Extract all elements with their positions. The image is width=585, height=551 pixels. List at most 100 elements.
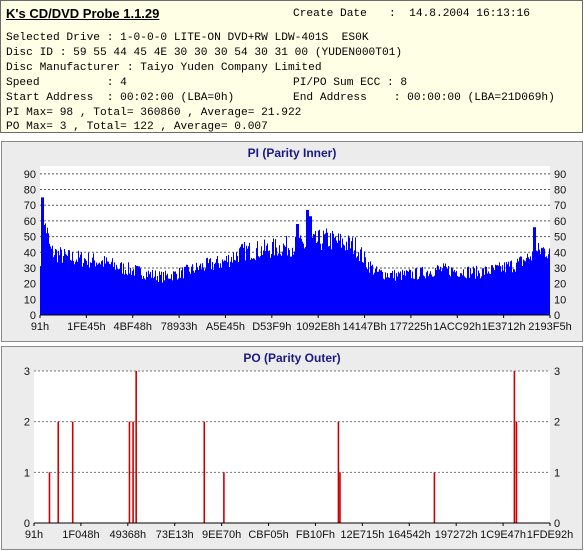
pi-bar [183, 278, 184, 315]
pi-bar [406, 270, 407, 315]
y-tick-label-left: 40 [24, 247, 36, 259]
pi-bar [243, 247, 244, 315]
pi-bar [71, 260, 72, 315]
pi-bar [547, 258, 548, 315]
pi-bar [395, 280, 396, 315]
y-tick-label-left: 80 [24, 185, 36, 197]
pi-bar [432, 276, 433, 315]
pi-bar [336, 240, 337, 315]
pi-bar [257, 241, 258, 315]
pi-bar [352, 237, 353, 315]
pi-bar [61, 249, 62, 315]
pi-bar [364, 251, 365, 315]
pi-bar [543, 247, 544, 315]
pi-bar [123, 263, 124, 315]
pi-bar [443, 263, 444, 315]
pi-bar [60, 247, 61, 315]
pi-bar [429, 273, 430, 315]
pi-bar [300, 235, 301, 315]
y-tick-label-right: 60 [554, 216, 566, 228]
pi-bar [378, 271, 379, 315]
pi-bar [167, 273, 168, 315]
pi-bar [114, 262, 115, 315]
pi-bar [122, 273, 123, 315]
pi-bar [135, 265, 136, 315]
pi-bar [289, 250, 290, 315]
pi-bar [188, 267, 189, 315]
pi-bar [247, 248, 248, 315]
pi-bar [377, 271, 378, 315]
disc-id: Disc ID : 59 55 44 45 4E 30 30 30 54 30 … [6, 47, 403, 59]
pi-bar [285, 246, 286, 315]
pi-bar [189, 271, 190, 315]
pi-bar [431, 274, 432, 315]
end-address: End Address : 00:00:00 (LBA=21D069h) [293, 92, 555, 104]
pi-bar [488, 271, 489, 315]
pi-bar [408, 271, 409, 315]
y-tick-label-left: 1 [24, 467, 30, 479]
pi-bar [492, 265, 493, 315]
pi-bar [307, 209, 308, 315]
pi-bar [288, 248, 289, 315]
pi-bar [509, 266, 510, 315]
pi-bar [43, 197, 44, 315]
pi-bar [273, 238, 274, 315]
pi-bar [87, 264, 88, 315]
pi-bar [222, 259, 223, 315]
pi-bar [75, 261, 76, 315]
pi-bar [121, 262, 122, 315]
pi-bar [102, 260, 103, 315]
x-tick-label: 12E715h [340, 529, 384, 541]
pi-bar [84, 258, 85, 315]
y-tick-label-left: 50 [24, 232, 36, 244]
pi-bar [192, 264, 193, 315]
pi-bar [41, 197, 42, 315]
pi-bar [396, 273, 397, 315]
pi-bar [279, 245, 280, 315]
pi-bar [158, 282, 159, 315]
pi-bar [502, 265, 503, 315]
pi-bar [108, 261, 109, 315]
x-tick-label: 1092E8h [296, 321, 340, 333]
pi-bar [476, 265, 477, 315]
pi-bar [302, 241, 303, 315]
pi-bar [42, 197, 43, 315]
pi-bar [516, 262, 517, 315]
pi-bar [382, 272, 383, 315]
pi-bar [149, 274, 150, 315]
pi-bar [438, 266, 439, 315]
pi-bar [391, 273, 392, 315]
pi-bar [398, 271, 399, 315]
po-chart-panel: PO (Parity Outer) 0 0 1 1 2 2 3 3 91h 1F048h 49368… [1, 346, 583, 550]
pi-bar [546, 256, 547, 315]
pi-bar [254, 258, 255, 315]
pi-bar [478, 270, 479, 315]
pi-bar [265, 251, 266, 315]
pi-bar [479, 273, 480, 315]
pi-bar [280, 254, 281, 315]
pi-bar [143, 276, 144, 315]
pi-bar [275, 239, 276, 315]
pi-bar [94, 260, 95, 315]
pi-bar [153, 278, 154, 315]
pi-bar [179, 267, 180, 315]
pi-bar [440, 266, 441, 315]
pi-bar [103, 266, 104, 315]
pi-bar [367, 269, 368, 315]
pi-bar [132, 270, 133, 315]
pi-bar [332, 230, 333, 315]
pi-bar [353, 254, 354, 315]
pi-bar [268, 251, 269, 315]
pi-bar [428, 276, 429, 315]
pi-bar [72, 251, 73, 315]
x-tick-label: 1ACC92h [433, 321, 481, 333]
pi-bar [137, 266, 138, 315]
pi-bar [215, 262, 216, 315]
pi-bar [229, 267, 230, 315]
pi-bar [341, 247, 342, 315]
pi-bar [323, 230, 324, 315]
pi-bar [157, 275, 158, 315]
x-tick-label: CBF05h [248, 529, 288, 541]
pi-bar [399, 273, 400, 315]
pi-bar [66, 254, 67, 315]
